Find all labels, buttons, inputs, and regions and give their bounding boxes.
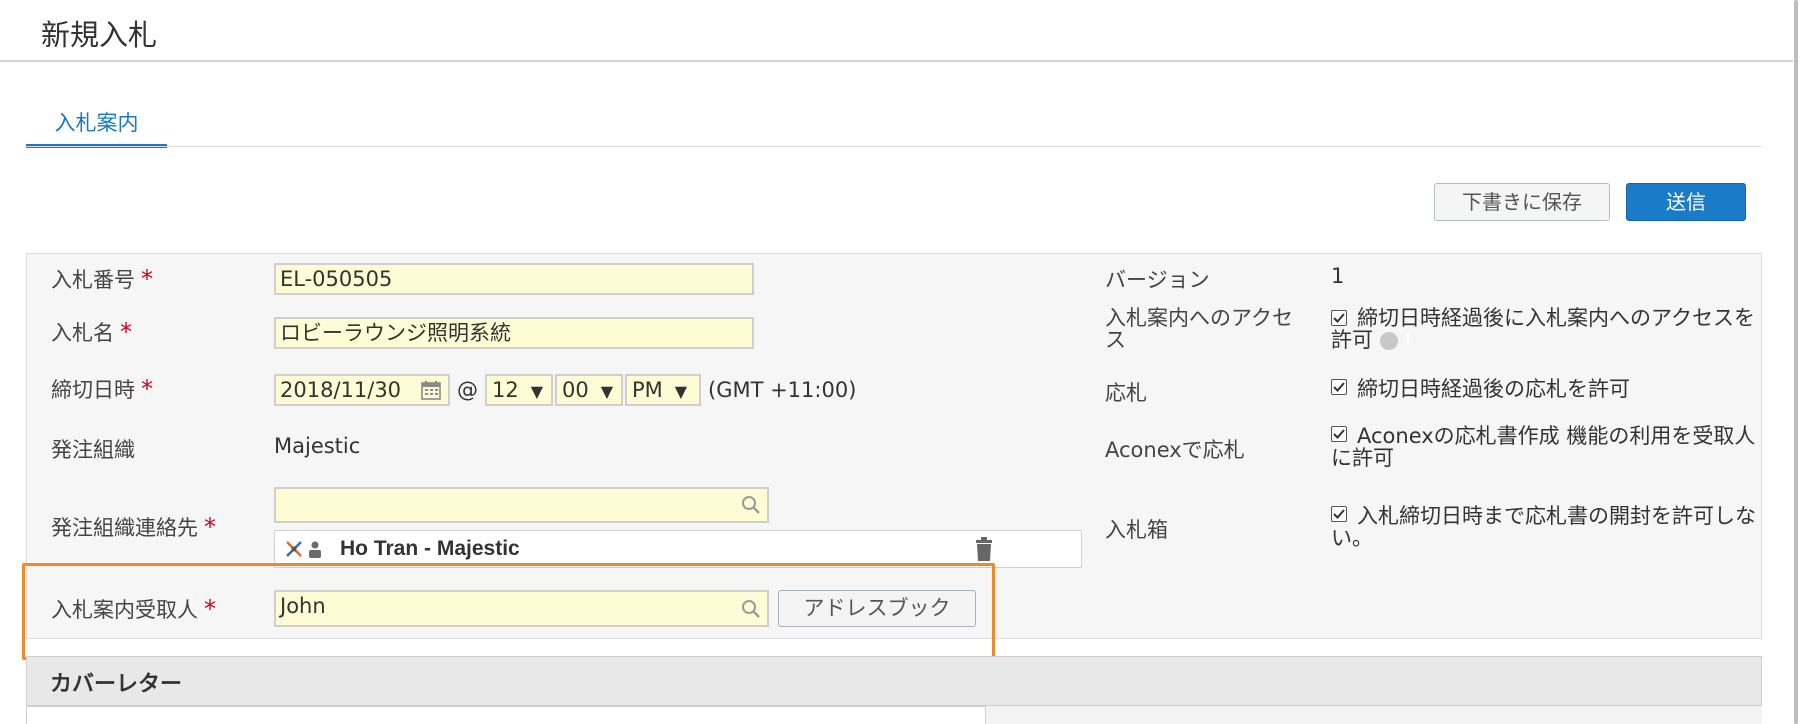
address-book-button[interactable]: アドレスブック [778, 590, 976, 627]
info-icon[interactable]: i [1379, 332, 1410, 350]
issuer-contact-search-input[interactable] [274, 487, 769, 523]
ampm-select[interactable]: PM ▼ [625, 374, 701, 406]
dropdown-arrow-icon: ▼ [530, 382, 544, 401]
required-mark: * [141, 375, 153, 403]
hour-select[interactable]: 12 ▼ [485, 374, 553, 406]
checkbox-checked-icon[interactable] [1331, 379, 1347, 395]
required-mark: * [204, 513, 216, 541]
cover-letter-section-header[interactable] [26, 656, 1762, 706]
person-icon [309, 541, 321, 558]
vertical-scrollbar-thumb[interactable] [1794, 0, 1798, 724]
aconex-label: Aconexで応札 [1105, 438, 1245, 462]
required-mark: * [120, 318, 132, 346]
bid-name-label: 入札名 * [51, 318, 132, 346]
access-option: 締切日時経過後に入札案内へのアクセスを許可 i [1331, 306, 1755, 352]
header-divider [0, 60, 1793, 62]
bidding-option: 締切日時経過後の応札を許可 [1357, 377, 1630, 401]
recipients-label: 入札案内受取人 * [51, 595, 216, 623]
send-button[interactable]: 送信 [1626, 183, 1746, 221]
save-draft-button[interactable]: 下書きに保存 [1434, 183, 1610, 221]
minute-select[interactable]: 00 ▼ [555, 374, 623, 406]
search-icon[interactable] [741, 599, 761, 619]
bidding-label: 応札 [1105, 381, 1147, 405]
required-mark: * [204, 595, 216, 623]
page-title: 新規入札 [41, 18, 158, 52]
dropdown-arrow-icon: ▼ [600, 382, 614, 401]
organization-logo-icon [286, 541, 302, 557]
calendar-icon[interactable] [420, 379, 442, 401]
required-mark: * [141, 265, 153, 293]
dropdown-arrow-icon: ▼ [674, 382, 688, 401]
trash-icon[interactable] [974, 537, 994, 561]
cover-letter-side-area [986, 706, 1762, 724]
selected-contact-name: Ho Tran - Majestic [340, 537, 520, 560]
issuer-contact-label: 発注組織連絡先 * [51, 513, 216, 541]
bidding-checkbox[interactable] [1331, 379, 1347, 399]
deadline-label: 締切日時 * [51, 375, 153, 403]
access-label: 入札案内へのアクセス [1105, 306, 1293, 352]
tender-box-option: 入札締切日時まで応札書の開封を許可しない。 [1331, 504, 1756, 550]
at-separator: @ [457, 378, 478, 402]
issuer-org-value: Majestic [274, 434, 361, 458]
bid-name-input[interactable]: ロビーラウンジ照明系統 [274, 317, 754, 349]
tab-bid-invitation[interactable]: 入札案内 [26, 108, 167, 148]
version-value: 1 [1331, 264, 1345, 288]
bid-number-input[interactable]: EL-050505 [274, 263, 754, 295]
recipients-search-input[interactable]: John [274, 590, 769, 627]
timezone-label: (GMT +11:00) [708, 378, 857, 402]
tender-box-label: 入札箱 [1105, 518, 1168, 542]
cover-letter-title: カバーレター [50, 672, 183, 697]
tabs-divider [26, 146, 1762, 147]
cover-letter-editor[interactable] [26, 706, 986, 724]
bid-number-label: 入札番号 * [51, 265, 153, 293]
aconex-option: Aconexの応札書作成 機能の利用を受取人に許可 [1331, 424, 1756, 470]
search-icon[interactable] [741, 495, 761, 515]
version-label: バージョン [1105, 268, 1210, 292]
issuer-org-label: 発注組織 [51, 438, 135, 462]
